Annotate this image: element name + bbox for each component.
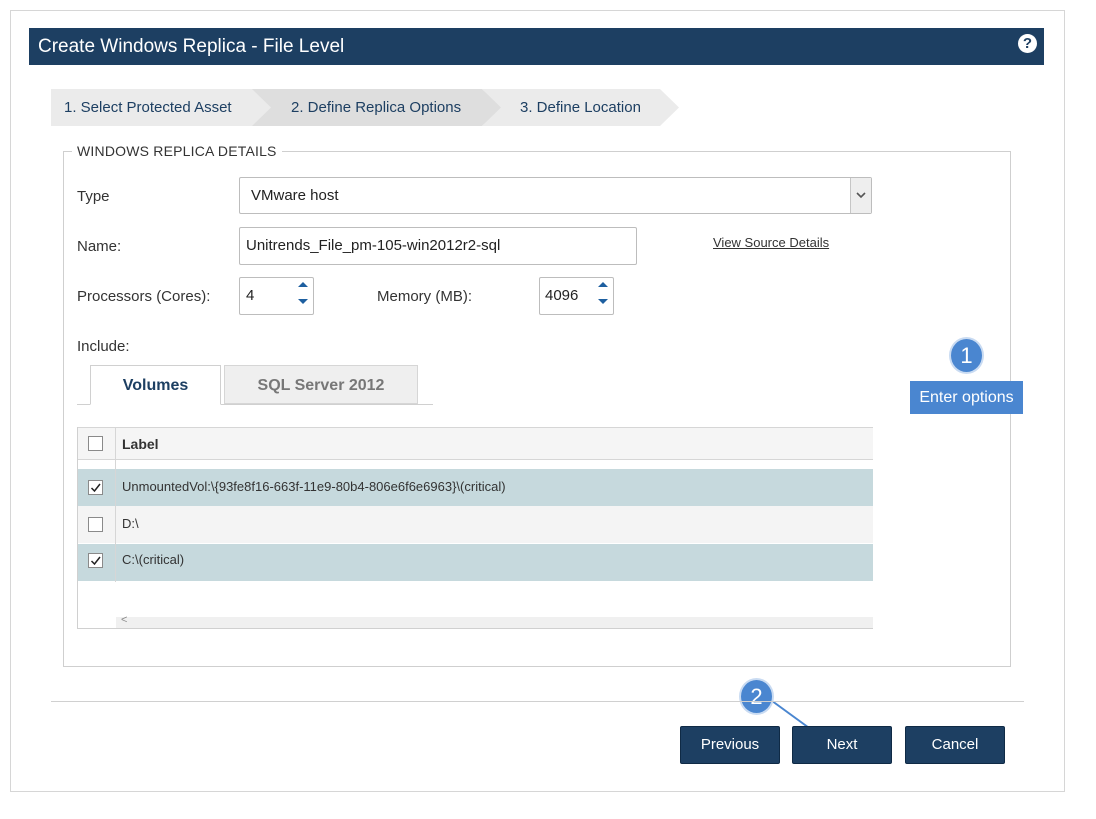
memory-stepper[interactable]: 4096 xyxy=(539,277,614,315)
table-row[interactable]: UnmountedVol:\{93fe8f16-663f-11e9-80b4-8… xyxy=(78,469,873,506)
dialog-title: Create Windows Replica - File Level xyxy=(38,36,345,57)
wizard-step-1[interactable]: 1. Select Protected Asset xyxy=(51,89,281,126)
tab-volumes[interactable]: Volumes xyxy=(90,365,221,405)
help-icon[interactable]: ? xyxy=(1018,34,1037,53)
row-checkbox[interactable] xyxy=(88,553,103,568)
processors-label: Processors (Cores): xyxy=(77,288,211,305)
type-select-value: VMware host xyxy=(251,187,339,204)
wizard-step-2[interactable]: 2. Define Replica Options xyxy=(252,89,512,126)
grid-header: Label xyxy=(78,427,873,460)
footer-divider xyxy=(51,701,1024,702)
callout-1-badge: 1 xyxy=(951,339,982,372)
tab-sql-server[interactable]: SQL Server 2012 xyxy=(224,365,418,404)
select-all-checkbox[interactable] xyxy=(88,436,103,451)
label-column-header[interactable]: Label xyxy=(122,436,159,452)
processors-value: 4 xyxy=(246,287,255,304)
processors-spinner[interactable] xyxy=(297,278,309,314)
checkmark-icon xyxy=(90,556,101,566)
include-label: Include: xyxy=(77,338,130,355)
checkmark-icon xyxy=(90,483,101,493)
cancel-button[interactable]: Cancel xyxy=(905,726,1005,764)
name-label: Name: xyxy=(77,238,122,255)
row-checkbox[interactable] xyxy=(88,480,103,495)
memory-label: Memory (MB): xyxy=(377,288,472,305)
spin-up-icon[interactable] xyxy=(297,280,309,288)
next-button[interactable]: Next xyxy=(792,726,892,764)
row-label: D:\ xyxy=(122,516,139,531)
wizard-step-3[interactable]: 3. Define Location xyxy=(482,89,682,126)
column-divider xyxy=(115,427,116,582)
previous-button[interactable]: Previous xyxy=(680,726,780,764)
spin-down-icon[interactable] xyxy=(597,298,609,306)
processors-stepper[interactable]: 4 xyxy=(239,277,314,315)
view-source-details-link[interactable]: View Source Details xyxy=(713,235,829,250)
callout-enter-options: Enter options xyxy=(910,381,1023,414)
wizard-step-3-label: 3. Define Location xyxy=(520,99,641,116)
wizard-step-2-label: 2. Define Replica Options xyxy=(291,99,462,116)
volumes-grid: Label UnmountedVol:\{93fe8f16-663f-11e9-… xyxy=(77,427,873,629)
wizard-step-1-label: 1. Select Protected Asset xyxy=(64,99,232,116)
dialog-titlebar: Create Windows Replica - File Level ? xyxy=(29,28,1044,65)
type-select[interactable]: VMware host xyxy=(239,177,872,214)
table-row[interactable]: D:\ xyxy=(78,506,873,543)
memory-value: 4096 xyxy=(545,287,579,304)
spin-down-icon[interactable] xyxy=(297,298,309,306)
horizontal-scrollbar[interactable]: < xyxy=(116,614,873,628)
name-input-value: Unitrends_File_pm-105-win2012r2-sql xyxy=(246,237,501,254)
scroll-left-icon[interactable]: < xyxy=(121,614,127,626)
row-label: C:\(critical) xyxy=(122,552,185,567)
spin-up-icon[interactable] xyxy=(597,280,609,288)
row-checkbox[interactable] xyxy=(88,517,103,532)
replica-details-legend: WINDOWS REPLICA DETAILS xyxy=(77,143,277,159)
table-row[interactable]: C:\(critical) xyxy=(78,544,873,581)
memory-spinner[interactable] xyxy=(597,278,609,314)
type-label: Type xyxy=(77,188,110,205)
chevron-down-icon[interactable] xyxy=(850,178,871,213)
name-input[interactable]: Unitrends_File_pm-105-win2012r2-sql xyxy=(239,227,637,265)
callout-2-badge: 2 xyxy=(741,680,772,713)
row-label: UnmountedVol:\{93fe8f16-663f-11e9-80b4-8… xyxy=(122,479,506,494)
include-tabs: Volumes SQL Server 2012 xyxy=(77,364,433,405)
